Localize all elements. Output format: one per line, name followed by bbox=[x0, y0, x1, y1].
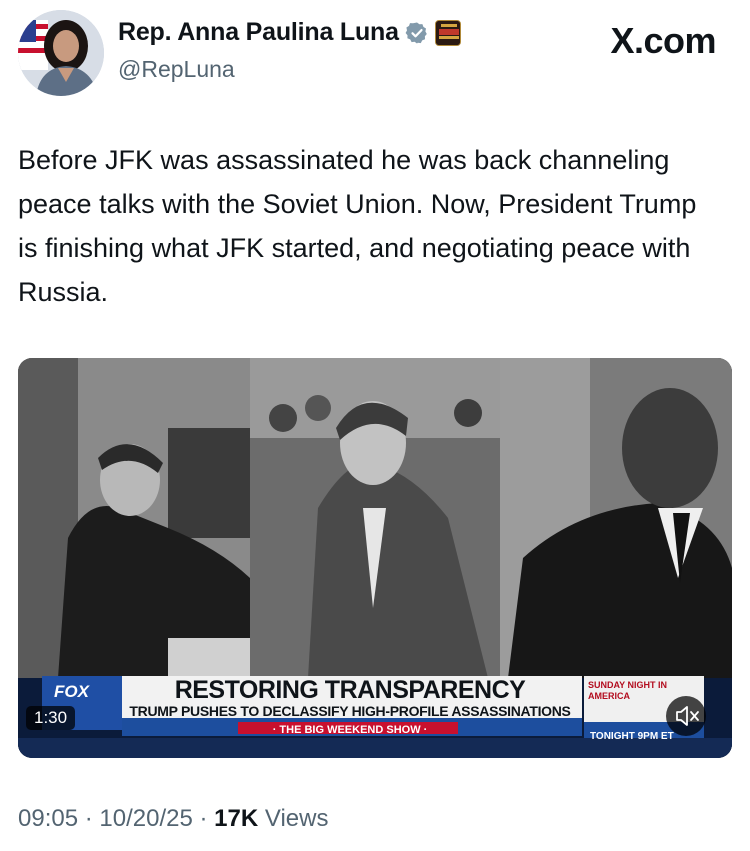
meta-separator: · bbox=[84, 805, 93, 832]
tweet-time[interactable]: 09:05 bbox=[18, 805, 78, 832]
affiliate-badge-icon[interactable] bbox=[434, 19, 461, 46]
author-name-row: Rep. Anna Paulina Luna bbox=[118, 18, 461, 47]
x-brand-label: X.com bbox=[610, 20, 716, 61]
muted-speaker-icon bbox=[676, 706, 699, 726]
author-handle[interactable]: @RepLuna bbox=[118, 56, 235, 83]
meta-separator: · bbox=[199, 805, 208, 832]
tweet-date[interactable]: 10/20/25 bbox=[99, 805, 192, 832]
chyron-title: RESTORING TRANSPARENCY bbox=[174, 676, 526, 704]
show-name: · THE BIG WEEKEND SHOW · bbox=[272, 724, 428, 736]
network-logo: FOX bbox=[54, 682, 89, 701]
views-label: Views bbox=[264, 805, 329, 832]
video-duration: 1:30 bbox=[26, 706, 76, 730]
promo-time: TONIGHT 9PM ET bbox=[590, 731, 674, 742]
mute-button[interactable] bbox=[666, 696, 706, 736]
author-avatar[interactable] bbox=[18, 10, 104, 96]
views-count: 17K bbox=[214, 805, 259, 832]
tweet-meta: 09:05 · 10/20/25 · 17K Views bbox=[18, 805, 328, 833]
tweet-text: Before JFK was assassinated he was back … bbox=[18, 145, 697, 307]
chyron-subtitle: TRUMP PUSHES TO DECLASSIFY HIGH-PROFILE … bbox=[129, 703, 571, 719]
avatar-photo bbox=[18, 10, 104, 96]
verified-badge-icon[interactable] bbox=[405, 21, 429, 45]
author-name[interactable]: Rep. Anna Paulina Luna bbox=[118, 18, 399, 47]
